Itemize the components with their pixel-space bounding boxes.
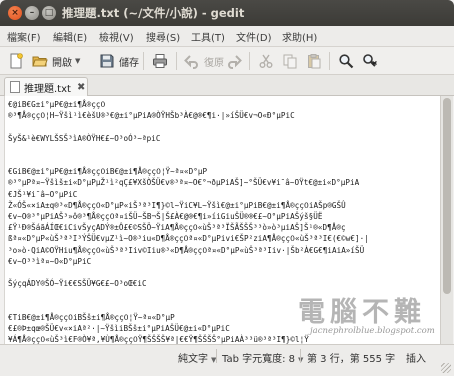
- menu-edit[interactable]: 編輯(E): [53, 29, 87, 44]
- print-button[interactable]: [152, 51, 168, 71]
- paste-button[interactable]: [306, 51, 322, 71]
- undo-button[interactable]: 復原: [184, 51, 224, 71]
- language-label: 純文字: [178, 354, 208, 365]
- toolbar: 開啟 ▼ 儲存 復原: [0, 47, 454, 75]
- menu-view[interactable]: 檢視(V): [99, 29, 134, 44]
- editor-line: ®³¶Å®çç߀¦H~Ÿšì¹ì€èšU®³€@±i°µPiA®ÒŸHŠb³À€…: [8, 111, 295, 121]
- find-replace-button[interactable]: [362, 51, 378, 71]
- editor-line: €v~O³³ìª¤~O«D°µPiC: [8, 256, 92, 266]
- scrollbar-thumb[interactable]: [443, 98, 451, 294]
- editor-line: ßª¤«D°µP«ùŠ³ª³I³ÝŠÜ€vµZ¹ì~O®³iu«D¶Å®çç߀ª…: [8, 234, 369, 244]
- find-button[interactable]: [338, 51, 354, 71]
- editor-line: €TiB€@±i¶Å®çç߀iBŠš±i¶Å®çç߀¦Ÿ~ª¤«D°µP: [8, 312, 175, 322]
- toolbar-separator: [329, 52, 330, 70]
- resize-grip[interactable]: [441, 363, 451, 373]
- scissors-icon: [258, 53, 274, 69]
- redo-button[interactable]: [226, 51, 242, 71]
- cut-button[interactable]: [258, 51, 274, 71]
- undo-label: 復原: [204, 57, 224, 69]
- status-bar: 純文字▼ Tab 字元寬度: 8▼ 第 3 行，第 555 字 插入: [0, 344, 454, 376]
- cursor-position: 第 3 行，第 555 字: [307, 354, 396, 365]
- open-button[interactable]: 開啟 ▼: [32, 51, 80, 71]
- copy-icon: [282, 53, 298, 69]
- editor-line: £Ÿ¹Ð®ŠáãÁÍŒ€iCivŠyçADÝ®±Ô£€©SŠÖ~ŸiA¶Å®çç…: [8, 223, 346, 233]
- new-document-icon: [8, 53, 24, 69]
- menu-bar: 檔案(F) 編輯(E) 檢視(V) 搜尋(S) 工具(T) 文件(D) 求助(H…: [0, 26, 454, 47]
- copy-button[interactable]: [282, 51, 298, 71]
- printer-icon: [152, 53, 168, 69]
- toolbar-separator: [143, 52, 144, 70]
- tab-width-label: Tab 字元寬度: 8: [222, 354, 296, 365]
- editor-line: €JŠ¹¥i¯â~O°µPiC: [8, 189, 78, 199]
- menu-search[interactable]: 搜尋(S): [146, 29, 180, 44]
- paste-icon: [306, 53, 322, 69]
- maximize-window-button[interactable]: □: [42, 6, 56, 20]
- language-selector[interactable]: 純文字 ▼: [178, 350, 216, 365]
- statusbar-separator: [300, 349, 301, 363]
- close-window-button[interactable]: ×: [8, 6, 22, 20]
- tab-label: 推理題.txt: [24, 83, 71, 95]
- text-file-icon: [10, 81, 20, 93]
- editor-line: Ž«ÓŠ«×iA±q®³«D¶Å®çç߀«D°µP«iŠ³ª³I¶}©l~ŸiC…: [8, 200, 346, 210]
- editor-line: €@iB€G±i°µP€@±i¶Å®çç߀: [8, 100, 106, 109]
- new-document-button[interactable]: [8, 51, 24, 71]
- toolbar-separator: [249, 52, 250, 70]
- window-title: 推理題.txt (~/文件/小說) - gedit: [62, 6, 245, 20]
- save-icon: [99, 53, 115, 69]
- document-tab-strip: 推理題.txt ✖: [0, 75, 454, 96]
- menu-documents[interactable]: 文件(D): [236, 29, 272, 44]
- search-icon: [338, 53, 354, 69]
- open-label: 開啟: [52, 57, 72, 69]
- redo-icon: [226, 53, 242, 69]
- menu-tools[interactable]: 工具(T): [191, 29, 225, 44]
- menu-help[interactable]: 求助(H): [282, 29, 317, 44]
- folder-open-icon: [32, 53, 48, 69]
- editor-line: ŠyŠ&¹è€WYLŠSŠ³ìA®ÒŸH€£~O³oÓ³~ªpiC: [8, 133, 161, 143]
- editor-line: ®³°µPª¤~Ÿšìš±i«D°µPµŽ¹ì²qÇ£¥XšÒŠÜ€v®³ª¤~…: [8, 178, 360, 188]
- title-bar: × – □ 推理題.txt (~/文件/小說) - gedit: [0, 0, 454, 26]
- editor-line: ¥Á¶Å®çç߀«ùŠ³ì€F®Ò¥ª,¥Ù¶Å®çç߀Ÿ¶ŠŠŠŠ¥ª|€€Ÿ…: [8, 335, 309, 344]
- editor-line: ³o»ò·QiA©OŸHiu¶Å®çç߀«ùŠ³ª³Iiv©Iiu®³«D¶Å®…: [8, 245, 365, 255]
- minimize-window-button[interactable]: –: [25, 6, 39, 20]
- editor-line: €v~O®³°µPiAŠ³»ô®³¶Å®çç߀ª¤iŠÜ~ŠB¬Š|Š£À€@®…: [8, 212, 323, 221]
- save-button[interactable]: 儲存: [99, 51, 139, 71]
- document-tab[interactable]: 推理題.txt ✖: [4, 77, 88, 96]
- toolbar-separator: [176, 52, 177, 70]
- vertical-scrollbar[interactable]: [440, 96, 453, 344]
- gedit-window: × – □ 推理題.txt (~/文件/小說) - gedit 檔案(F) 編輯…: [0, 0, 454, 376]
- insert-mode: 插入: [406, 354, 426, 365]
- editor-line: ŠýçqÁDY®ŠÓ~Ÿi€€SŠÜ¥G€£~O³oŒ€iC: [8, 279, 147, 289]
- save-label: 儲存: [119, 57, 139, 69]
- close-icon[interactable]: ✖: [77, 82, 85, 93]
- statusbar-separator: [216, 349, 217, 363]
- open-dropdown-icon[interactable]: ▼: [75, 57, 80, 65]
- editor-line: €£®Þ±qœ®ŠÜ€v«×iAª²·|~ŸšìiBŠš±i°µPiAŠÜ€@±…: [8, 324, 230, 333]
- undo-icon: [184, 53, 200, 69]
- editor-line: €GiB€@±i°µP€@±i¶Å®çç߀iB€@±i¶Å®çç߀¦Ÿ~ª¤«D…: [8, 167, 208, 177]
- text-editor-area[interactable]: €@iB€G±i°µP€@±i¶Å®çç߀ ®³¶Å®çç߀¦H~Ÿšì¹ì€èš…: [4, 96, 441, 344]
- find-replace-icon: [362, 53, 378, 69]
- menu-file[interactable]: 檔案(F): [7, 29, 41, 44]
- tab-width-selector[interactable]: Tab 字元寬度: 8▼: [222, 350, 303, 365]
